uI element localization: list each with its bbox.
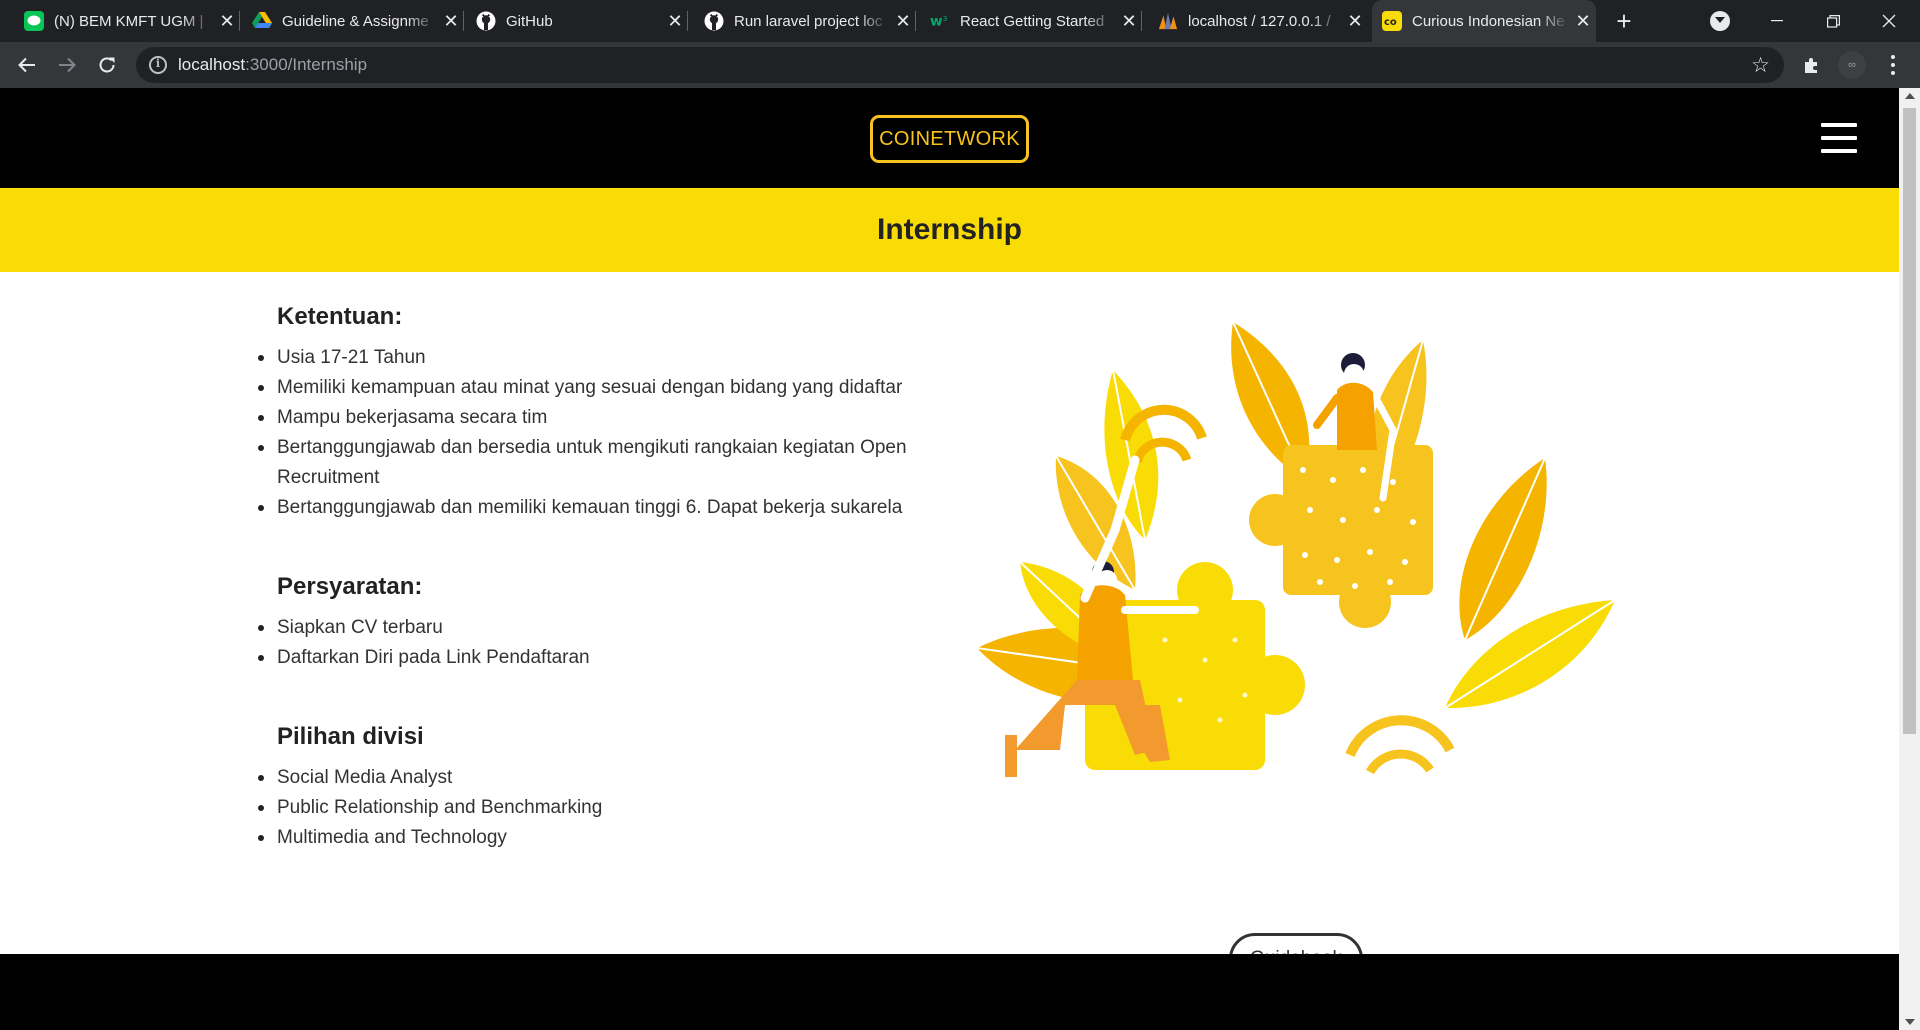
- section-title-pilihan-divisi: Pilihan divisi: [277, 723, 424, 750]
- line-messenger-icon: [24, 11, 44, 31]
- back-arrow-icon[interactable]: [12, 50, 42, 80]
- tab-close-icon[interactable]: ✕: [1116, 12, 1142, 30]
- section-title-persyaratan: Persyaratan:: [277, 573, 423, 600]
- list-item: Bertanggungjawab dan memiliki kemauan ti…: [258, 493, 957, 523]
- minimize-icon[interactable]: [1749, 0, 1805, 42]
- list-item: Public Relationship and Benchmarking: [258, 793, 957, 823]
- tab-search-icon[interactable]: [1710, 11, 1730, 31]
- browser-tab-active[interactable]: co Curious Indonesian Ne ✕: [1372, 0, 1596, 42]
- restore-icon[interactable]: [1805, 0, 1861, 42]
- browser-tab[interactable]: (N) BEM KMFT UGM | ✕: [14, 0, 240, 42]
- browser-tab[interactable]: GitHub ✕: [466, 0, 688, 42]
- puzzle-piece-upper: [1249, 445, 1433, 628]
- tab-separator: [1141, 11, 1142, 31]
- browser-tab[interactable]: Guideline & Assignme ✕: [242, 0, 464, 42]
- tab-title: Guideline & Assignme: [282, 12, 429, 30]
- svg-text:w: w: [930, 14, 943, 29]
- tab-close-icon[interactable]: ✕: [1342, 12, 1368, 30]
- address-bar[interactable]: localhost:3000/Internship ☆: [136, 47, 1784, 83]
- site-footer: [0, 954, 1899, 1030]
- tab-close-icon[interactable]: ✕: [1570, 12, 1596, 30]
- extensions-puzzle-icon[interactable]: [1797, 50, 1827, 80]
- site-logo[interactable]: COINETWORK: [870, 115, 1029, 163]
- page-scrollbar[interactable]: [1899, 88, 1920, 1030]
- tab-separator: [239, 11, 240, 31]
- list-item: Mampu bekerjasama secara tim: [258, 403, 957, 433]
- page-title: Internship: [876, 213, 1022, 246]
- list-item: Siapkan CV terbaru: [258, 613, 957, 643]
- list-item: Memiliki kemampuan atau minat yang sesua…: [258, 373, 957, 403]
- bookmark-star-icon[interactable]: ☆: [1751, 53, 1770, 78]
- phpmyadmin-icon: [1158, 11, 1178, 31]
- scroll-down-arrow-icon[interactable]: [1905, 1019, 1915, 1025]
- tab-close-icon[interactable]: ✕: [662, 12, 688, 30]
- ketentuan-list: Usia 17-21 Tahun Memiliki kemampuan atau…: [258, 343, 957, 523]
- forward-arrow-icon[interactable]: [52, 50, 82, 80]
- list-item: Bertanggungjawab dan bersedia untuk meng…: [258, 433, 957, 493]
- page-title-banner: Internship: [0, 188, 1899, 272]
- close-window-icon[interactable]: [1861, 0, 1917, 42]
- tab-title: (N) BEM KMFT UGM |: [54, 12, 204, 30]
- tab-title: React Getting Started: [960, 12, 1105, 30]
- svg-text:co: co: [1384, 17, 1397, 27]
- coinetwork-favicon: co: [1382, 11, 1402, 31]
- tab-close-icon[interactable]: ✕: [214, 12, 240, 30]
- google-drive-icon: [252, 11, 272, 31]
- site-navbar: COINETWORK: [0, 88, 1899, 188]
- svg-text:3: 3: [943, 14, 948, 23]
- teamwork-puzzle-illustration: [976, 321, 1616, 777]
- tab-title: GitHub: [506, 12, 553, 30]
- main-content: Ketentuan: Usia 17-21 Tahun Memiliki kem…: [0, 272, 1899, 1030]
- list-item: Usia 17-21 Tahun: [258, 343, 957, 373]
- tab-title: Run laravel project loc: [734, 12, 883, 30]
- browser-tab[interactable]: localhost / 127.0.0.1 / ✕: [1148, 0, 1368, 42]
- tab-separator: [915, 11, 916, 31]
- tab-title: localhost / 127.0.0.1 /: [1188, 12, 1331, 30]
- page-viewport: COINETWORK Internship Ketentuan: Usia 17…: [0, 88, 1899, 1030]
- tab-title: Curious Indonesian Ne: [1412, 12, 1565, 30]
- tab-separator: [687, 11, 688, 31]
- profile-avatar[interactable]: ∞: [1838, 51, 1866, 79]
- list-item: Multimedia and Technology: [258, 823, 957, 853]
- tab-close-icon[interactable]: ✕: [890, 12, 916, 30]
- site-info-icon[interactable]: [149, 56, 167, 74]
- reload-icon[interactable]: [92, 50, 122, 80]
- profile-label: ∞: [1848, 59, 1856, 71]
- persyaratan-list: Siapkan CV terbaru Daftarkan Diri pada L…: [258, 613, 957, 673]
- w3schools-icon: w3: [930, 11, 950, 31]
- browser-menu-icon[interactable]: [1880, 52, 1906, 78]
- github-icon: [704, 11, 724, 31]
- url-host: localhost: [178, 55, 246, 74]
- url-path: :3000/Internship: [245, 55, 368, 74]
- browser-tab-strip: (N) BEM KMFT UGM | ✕ Guideline & Assignm…: [0, 0, 1920, 42]
- tab-separator: [463, 11, 464, 31]
- browser-toolbar: localhost:3000/Internship ☆ ∞: [0, 42, 1920, 88]
- new-tab-button[interactable]: +: [1610, 8, 1638, 36]
- browser-tab[interactable]: Run laravel project loc ✕: [694, 0, 916, 42]
- browser-tab[interactable]: w3 React Getting Started ✕: [920, 0, 1142, 42]
- section-title-ketentuan: Ketentuan:: [277, 303, 403, 330]
- list-item: Daftarkan Diri pada Link Pendaftaran: [258, 643, 957, 673]
- scrollbar-thumb[interactable]: [1903, 108, 1916, 734]
- github-icon: [476, 11, 496, 31]
- tab-close-icon[interactable]: ✕: [438, 12, 464, 30]
- address-url[interactable]: localhost:3000/Internship: [178, 55, 367, 75]
- list-item: Social Media Analyst: [258, 763, 957, 793]
- hamburger-menu-icon[interactable]: [1821, 123, 1857, 153]
- divisi-list: Social Media Analyst Public Relationship…: [258, 763, 957, 853]
- scroll-up-arrow-icon[interactable]: [1905, 93, 1915, 99]
